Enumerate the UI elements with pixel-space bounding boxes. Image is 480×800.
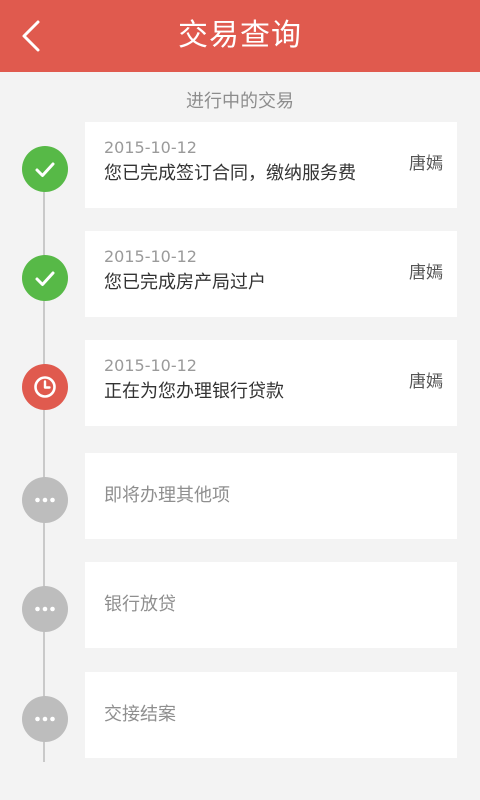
timeline-step: 2015-10-12 您已完成签订合同，缴纳服务费 唐嫣 (0, 122, 480, 208)
timeline-step: 2015-10-12 正在为您办理银行贷款 唐嫣 (0, 340, 480, 426)
step-card[interactable]: 交接结案 (85, 672, 457, 758)
step-description: 交接结案 (104, 704, 176, 725)
step-agent-name: 唐嫣 (409, 263, 443, 283)
app-header: 交易查询 (0, 0, 480, 72)
timeline-step: 即将办理其他项 (0, 453, 480, 539)
step-card[interactable]: 银行放贷 (85, 562, 457, 648)
ellipsis-icon (35, 497, 55, 503)
clock-icon (34, 376, 56, 398)
timeline-step: 2015-10-12 您已完成房产局过户 唐嫣 (0, 231, 480, 317)
status-node-active (22, 364, 68, 410)
step-date: 2015-10-12 (104, 247, 197, 266)
check-icon (35, 162, 55, 177)
status-node-done (22, 146, 68, 192)
step-agent-name: 唐嫣 (409, 154, 443, 174)
step-card[interactable]: 2015-10-12 正在为您办理银行贷款 唐嫣 (85, 340, 457, 426)
step-description: 即将办理其他项 (104, 485, 230, 506)
ellipsis-icon (35, 606, 55, 612)
status-node-pending (22, 477, 68, 523)
timeline-step: 交接结案 (0, 672, 480, 758)
step-description: 正在为您办理银行贷款 (104, 381, 284, 402)
status-node-pending (22, 586, 68, 632)
timeline-step: 银行放贷 (0, 562, 480, 648)
step-card[interactable]: 2015-10-12 您已完成签订合同，缴纳服务费 唐嫣 (85, 122, 457, 208)
check-icon (35, 271, 55, 286)
step-description: 您已完成房产局过户 (104, 272, 266, 293)
step-description: 银行放贷 (104, 594, 176, 615)
step-agent-name: 唐嫣 (409, 372, 443, 392)
step-date: 2015-10-12 (104, 356, 197, 375)
step-card[interactable]: 即将办理其他项 (85, 453, 457, 539)
section-title: 进行中的交易 (186, 91, 294, 112)
status-node-pending (22, 696, 68, 742)
page-title: 交易查询 (178, 18, 302, 53)
step-card[interactable]: 2015-10-12 您已完成房产局过户 唐嫣 (85, 231, 457, 317)
step-description: 您已完成签订合同，缴纳服务费 (104, 163, 356, 184)
status-node-done (22, 255, 68, 301)
step-date: 2015-10-12 (104, 138, 197, 157)
ellipsis-icon (35, 716, 55, 722)
